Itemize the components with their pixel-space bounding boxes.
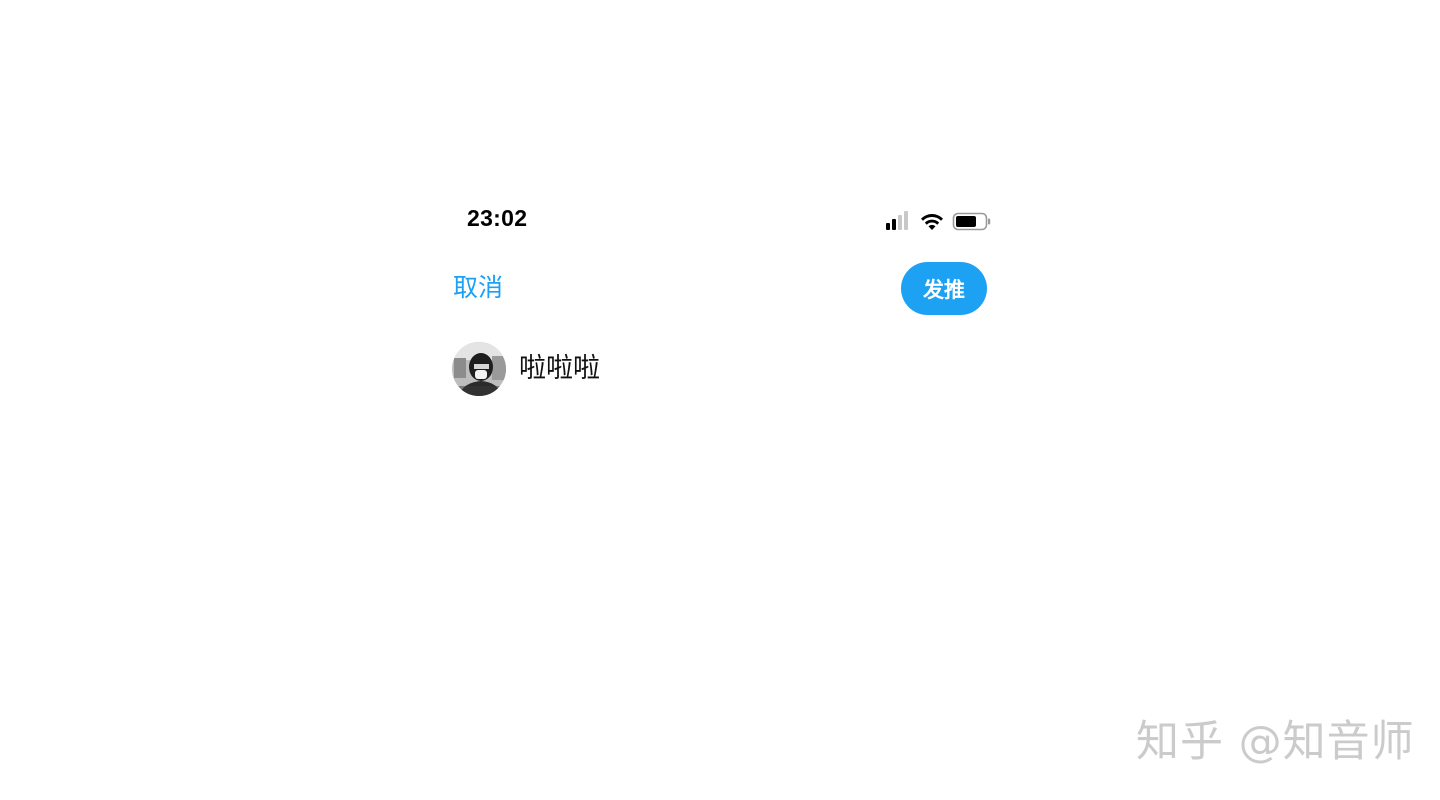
tweet-button[interactable]: 发推	[901, 262, 987, 315]
user-avatar-icon	[452, 342, 506, 396]
status-bar-icons	[884, 210, 992, 234]
status-bar-time: 23:02	[467, 205, 528, 231]
wifi-icon	[921, 214, 943, 230]
cellular-signal-icon	[886, 211, 908, 230]
user-name: 啦啦啦	[519, 353, 600, 384]
watermark: 知乎 @知音师	[1136, 717, 1415, 767]
cancel-button[interactable]: 取消	[453, 271, 503, 305]
avatar[interactable]	[452, 342, 506, 396]
battery-icon	[952, 212, 991, 231]
